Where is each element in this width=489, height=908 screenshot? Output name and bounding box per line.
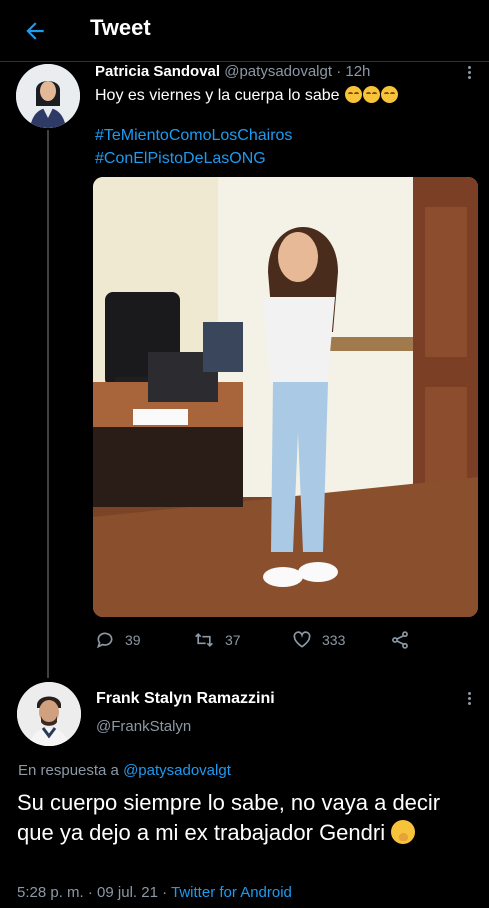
more-icon[interactable]: [467, 66, 473, 82]
relieved-face-emoji-icon: [345, 86, 363, 103]
share-button[interactable]: [390, 628, 420, 652]
hashtag-link[interactable]: #ConElPistoDeLasONG: [95, 150, 266, 168]
more-icon[interactable]: [467, 692, 473, 708]
top-bar: Tweet: [0, 0, 489, 62]
retweet-button[interactable]: 37: [193, 628, 241, 652]
tweet-date: 09 jul. 21: [97, 884, 158, 901]
tweet-time: 5:28 p. m.: [17, 884, 84, 901]
tweet-text-content: Su cuerpo siempre lo sabe, no vaya a dec…: [17, 790, 441, 845]
like-icon: [293, 631, 311, 648]
tweet-photo[interactable]: [93, 177, 478, 617]
tweet-time: 12h: [345, 63, 371, 80]
tweet-text-content: Hoy es viernes y la cuerpa lo sabe: [95, 87, 340, 104]
like-button[interactable]: 333: [292, 628, 345, 652]
hashtag-link[interactable]: #TeMientoComoLosChairos: [95, 127, 292, 145]
share-icon: [392, 631, 408, 649]
retweet-count: 37: [225, 632, 241, 648]
reply-button[interactable]: 39: [95, 628, 141, 652]
tweet-text: Hoy es viernes y la cuerpa lo sabe: [95, 86, 399, 105]
tweet-header: Patricia Sandoval @patysadovalgt · 12h: [95, 63, 370, 80]
author-handle[interactable]: @FrankStalyn: [96, 718, 191, 735]
thread-connector: [47, 130, 49, 678]
retweet-icon: [195, 632, 213, 648]
reply-icon: [96, 632, 113, 649]
author-name[interactable]: Frank Stalyn Ramazzini: [96, 690, 275, 708]
dot-separator: ·: [162, 884, 168, 901]
in-reply-prefix: En respuesta a: [18, 762, 119, 779]
author-handle[interactable]: @patysadovalgt: [224, 63, 332, 80]
like-count: 333: [322, 632, 346, 648]
tweet-actions: 39 37 333: [95, 628, 425, 652]
reply-count: 39: [125, 632, 141, 648]
face-with-hand-over-mouth-emoji-icon: [391, 820, 416, 844]
avatar[interactable]: [17, 682, 81, 746]
tweet-metadata: 5:28 p. m. · 09 jul. 21 · Twitter for An…: [17, 884, 292, 901]
in-reply-to: En respuesta a @patysadovalgt: [18, 762, 231, 779]
dot-separator: ·: [336, 63, 342, 80]
tweet-text: Su cuerpo siempre lo sabe, no vaya a dec…: [17, 788, 457, 848]
reply-to-handle-link[interactable]: @patysadovalgt: [123, 762, 231, 779]
author-name[interactable]: Patricia Sandoval: [95, 63, 220, 80]
relieved-face-emoji-icon: [381, 86, 399, 103]
back-arrow-icon[interactable]: [22, 18, 48, 44]
avatar[interactable]: [16, 64, 80, 128]
tweet-source-link[interactable]: Twitter for Android: [171, 884, 292, 901]
dot-separator: ·: [87, 884, 93, 901]
page-title: Tweet: [90, 15, 151, 40]
relieved-face-emoji-icon: [363, 86, 381, 103]
